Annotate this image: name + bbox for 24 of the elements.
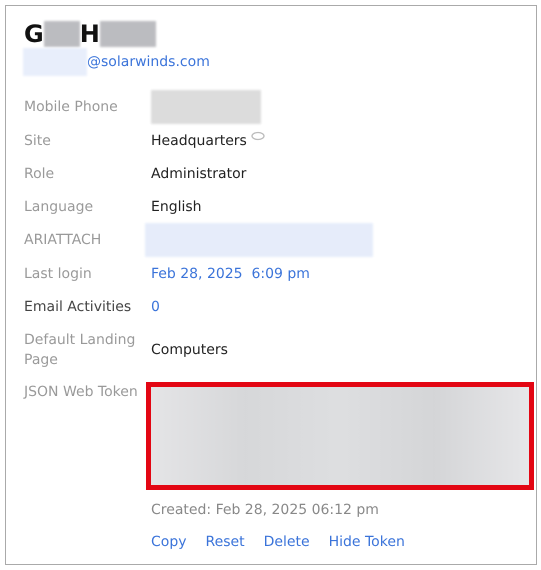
- field-label: Role: [24, 165, 56, 184]
- field-value: Headquarters: [151, 132, 247, 148]
- field-label: ARIATTACH: [24, 231, 102, 250]
- token-action-link[interactable]: Hide Token: [328, 534, 405, 550]
- created-date: Created: Feb 28, 2025 06:12 pm: [151, 502, 380, 518]
- name-initial: H: [80, 20, 100, 48]
- field-label: Site: [24, 132, 52, 151]
- redacted-block: [100, 21, 156, 47]
- email-link[interactable]: @solarwinds.com: [87, 54, 210, 70]
- field-label: Email Activities: [24, 298, 132, 317]
- token-action-link[interactable]: Copy: [151, 534, 187, 550]
- field-link[interactable]: 0: [151, 298, 160, 314]
- field-value: English: [151, 198, 202, 214]
- name-initial: G: [24, 20, 44, 48]
- field-label: Mobile Phone: [24, 98, 119, 117]
- token-action-link[interactable]: Delete: [264, 534, 310, 550]
- field-value: Computers: [151, 342, 228, 358]
- field-label: Language: [24, 198, 94, 217]
- field-label: JSON Web Token: [24, 383, 139, 402]
- field-link[interactable]: Feb 28, 2025 6:09 pm: [151, 266, 310, 282]
- field-value: Administrator: [151, 166, 246, 182]
- token-action-link[interactable]: Reset: [206, 534, 245, 550]
- field-label: Default Landing Page: [24, 331, 136, 370]
- field-label: Last login: [24, 265, 93, 284]
